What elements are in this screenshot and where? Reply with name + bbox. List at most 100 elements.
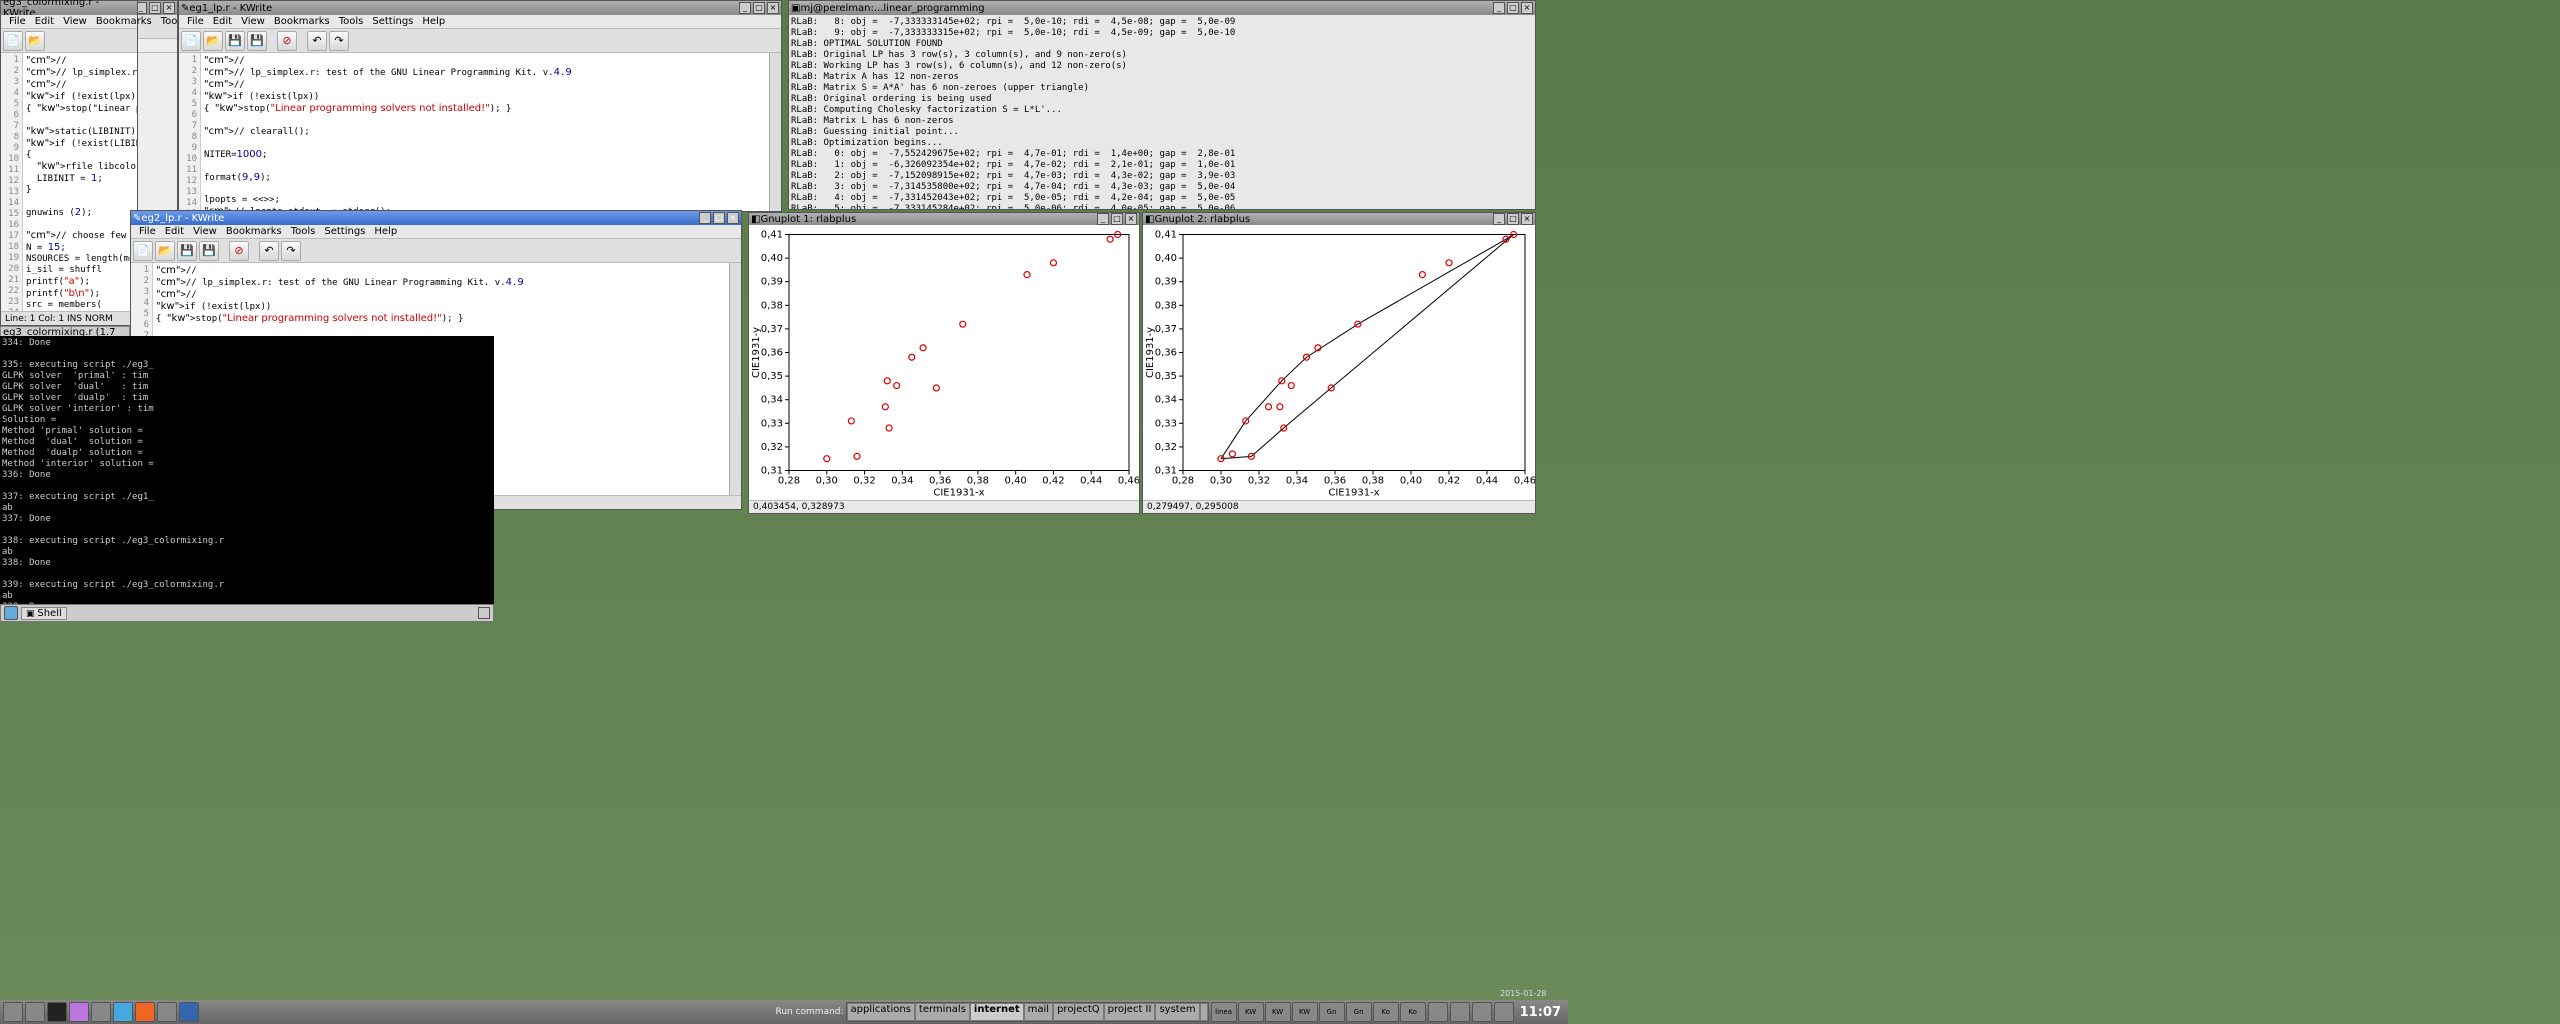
taskbar-window-button[interactable]: KW <box>1238 1002 1264 1022</box>
close-doc-icon[interactable]: ⊘ <box>277 31 297 51</box>
undo-icon[interactable]: ↶ <box>307 31 327 51</box>
menu-item[interactable]: Bookmarks <box>222 226 286 237</box>
titlebar[interactable]: ◧ Gnuplot 1: rlabplus _ □ × <box>749 213 1139 225</box>
pager-cell[interactable]: projectQ <box>1053 1003 1104 1021</box>
close-button[interactable]: × <box>767 2 779 14</box>
titlebar[interactable]: eg3_colormixing.r - KWrite <box>1 1 137 15</box>
maximize-button[interactable]: □ <box>713 212 725 224</box>
menu-item[interactable]: Edit <box>31 16 58 27</box>
display-icon[interactable] <box>179 1002 199 1022</box>
window-list[interactable]: lineaKWKWKWGnGnKoKo <box>1211 1002 1426 1022</box>
menubar[interactable]: FileEditViewBookmarksToolsSettingsHelp <box>1 15 137 29</box>
pager-cell[interactable]: internet <box>970 1003 1024 1021</box>
taskbar-window-button[interactable]: KW <box>1265 1002 1291 1022</box>
tools-icon[interactable] <box>91 1002 111 1022</box>
taskbar-window-button[interactable]: Gn <box>1319 1002 1345 1022</box>
saveas-icon[interactable]: 💾 <box>199 241 219 261</box>
menu-item[interactable]: Edit <box>161 226 188 237</box>
terminal-text[interactable]: RLaB: 8: obj = -7,333333145e+02; rpi = 5… <box>789 15 1535 209</box>
close-button[interactable]: × <box>727 212 739 224</box>
menu-item[interactable]: Settings <box>368 16 417 27</box>
minimize-button[interactable]: _ <box>1493 2 1505 14</box>
shell-tab[interactable]: ▣ Shell <box>21 607 67 620</box>
menu-item[interactable]: Edit <box>209 16 236 27</box>
menu-item[interactable]: Tools <box>335 16 368 27</box>
menu-item[interactable]: File <box>5 16 30 27</box>
pager-cell[interactable]: terminals <box>915 1003 970 1021</box>
konsole-menu-icon[interactable] <box>478 607 490 619</box>
taskbar[interactable]: Run command: applicationsterminalsintern… <box>0 1000 1568 1024</box>
close-button[interactable]: × <box>1521 2 1533 14</box>
maximize-button[interactable]: □ <box>753 2 765 14</box>
taskbar-window-button[interactable]: linea <box>1211 1002 1237 1022</box>
plot-canvas[interactable]: 0,280,300,320,340,360,380,400,420,440,46… <box>1143 225 1535 500</box>
redo-icon[interactable]: ↷ <box>281 241 301 261</box>
network-icon[interactable] <box>1450 1002 1470 1022</box>
titlebar[interactable]: ◧ Gnuplot 2: rlabplus _ □ × <box>1143 213 1535 225</box>
pager-cell[interactable]: mail <box>1024 1003 1053 1021</box>
globe-icon[interactable] <box>113 1002 133 1022</box>
menu-item[interactable]: View <box>59 16 91 27</box>
pager-cell[interactable]: applications <box>847 1003 915 1021</box>
open-icon[interactable]: 📂 <box>203 31 223 51</box>
terminal-icon[interactable] <box>47 1002 67 1022</box>
battery-icon[interactable] <box>1494 1002 1514 1022</box>
firefox-icon[interactable] <box>135 1002 155 1022</box>
scrollbar-v[interactable] <box>769 53 781 211</box>
minimize-button[interactable]: _ <box>699 212 711 224</box>
new-icon[interactable]: 📄 <box>3 31 23 51</box>
scrollbar-v[interactable] <box>729 263 741 495</box>
titlebar[interactable]: ✎ eg1_lp.r - KWrite _ □ × <box>179 1 781 15</box>
taskbar-window-button[interactable]: Ko <box>1373 1002 1399 1022</box>
volume-icon[interactable] <box>1428 1002 1448 1022</box>
taskbar-window-button[interactable]: KW <box>1292 1002 1318 1022</box>
pager-cell[interactable]: system <box>1155 1003 1199 1021</box>
menu-item[interactable]: Bookmarks <box>270 16 334 27</box>
taskbar-window-button[interactable]: Ko <box>1400 1002 1426 1022</box>
show-desktop-icon[interactable] <box>3 1002 23 1022</box>
close-button[interactable]: × <box>1125 213 1137 225</box>
pager-cell[interactable] <box>1200 1003 1208 1021</box>
pager-grid[interactable]: applicationsterminalsinternetmailproject… <box>846 1002 1209 1022</box>
titlebar[interactable]: ▣ mj@perelman:...linear_programming _ □ … <box>789 1 1535 15</box>
maximize-button[interactable]: □ <box>1507 213 1519 225</box>
code-area[interactable]: "cm">// "cm">// lp_simplex.r: test of "c… <box>23 53 137 311</box>
menu-item[interactable]: Help <box>370 226 401 237</box>
clock[interactable]: 11:07 <box>1516 1005 1565 1020</box>
close-button[interactable]: × <box>163 2 175 14</box>
save-icon[interactable]: 💾 <box>177 241 197 261</box>
taskbar-window-button[interactable]: Gn <box>1346 1002 1372 1022</box>
menu-item[interactable]: Help <box>418 16 449 27</box>
new-tab-icon[interactable] <box>4 606 18 620</box>
edit-icon[interactable] <box>157 1002 177 1022</box>
menu-item[interactable]: Tools <box>287 226 320 237</box>
menu-item[interactable]: Bookmarks <box>92 16 156 27</box>
open-icon[interactable]: 📂 <box>25 31 45 51</box>
menu-item[interactable]: View <box>189 226 221 237</box>
minimize-button[interactable]: _ <box>1493 213 1505 225</box>
konsole-tabbar[interactable]: ▣ Shell <box>0 604 494 622</box>
new-icon[interactable]: 📄 <box>181 31 201 51</box>
menu-item[interactable]: View <box>237 16 269 27</box>
titlebar[interactable]: ✎ eg2_lp.r - KWrite _ □ × <box>131 211 741 225</box>
maximize-button[interactable]: □ <box>1111 213 1123 225</box>
plot-canvas[interactable]: 0,280,300,320,340,360,380,400,420,440,46… <box>749 225 1139 500</box>
maximize-button[interactable]: □ <box>1507 2 1519 14</box>
open-icon[interactable]: 📂 <box>155 241 175 261</box>
redo-icon[interactable]: ↷ <box>329 31 349 51</box>
pager-cell[interactable]: project II <box>1104 1003 1156 1021</box>
minimize-button[interactable]: _ <box>739 2 751 14</box>
klipper-icon[interactable] <box>1472 1002 1492 1022</box>
konsole-output[interactable]: 334: Done 335: executing script ./eg3_ G… <box>0 336 494 604</box>
saveas-icon[interactable]: 💾 <box>247 31 267 51</box>
menu-item[interactable]: File <box>135 226 160 237</box>
menu-item[interactable]: File <box>183 16 208 27</box>
maximize-button[interactable]: □ <box>149 2 161 14</box>
menu-item[interactable]: Settings <box>320 226 369 237</box>
home-icon[interactable] <box>25 1002 45 1022</box>
undo-icon[interactable]: ↶ <box>259 241 279 261</box>
close-button[interactable]: × <box>1521 213 1533 225</box>
pidgin-icon[interactable] <box>69 1002 89 1022</box>
new-icon[interactable]: 📄 <box>133 241 153 261</box>
minimize-button[interactable]: _ <box>1097 213 1109 225</box>
